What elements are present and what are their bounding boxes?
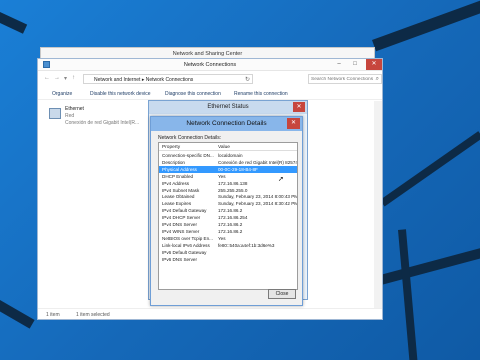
table-row[interactable]: IPv6 Default Gateway <box>159 249 297 256</box>
property-cell: IPv4 Subnet Mask <box>162 187 200 193</box>
property-cell: IPv4 DHCP Server <box>162 215 201 221</box>
table-row[interactable]: IPv4 Default Gateway 172.16.86.2 <box>159 207 297 214</box>
value-cell: 172.16.86.2 <box>218 228 243 234</box>
table-row[interactable]: Connection-specific DN... localdomain <box>159 152 297 159</box>
column-header-value[interactable]: Value <box>218 145 230 150</box>
property-cell: IPv6 Default Gateway <box>162 249 207 255</box>
dialog-titlebar[interactable]: Network Connection Details ✕ <box>151 117 302 131</box>
breadcrumb: Network and Internet ▸ Network Connectio… <box>94 77 193 83</box>
connection-adapter: Conexión de red Gigabit Intel(R... <box>65 120 140 126</box>
value-cell: Yes <box>218 173 226 179</box>
disable-device-button[interactable]: Disable this network device <box>90 91 151 97</box>
wallpaper-stripe <box>0 12 28 34</box>
close-button[interactable]: Close <box>268 289 296 299</box>
search-input[interactable] <box>311 76 373 83</box>
address-bar[interactable]: Network and Internet ▸ Network Connectio… <box>83 74 253 84</box>
value-cell: localdomain <box>218 153 243 158</box>
diagnose-button[interactable]: Diagnose this connection <box>165 91 221 97</box>
ethernet-connection-item[interactable]: Ethernet Red Conexión de red Gigabit Int… <box>49 105 159 135</box>
property-cell: IPv4 WINS Server <box>162 228 200 234</box>
value-cell: Sunday, February 23, 2014 8:30:42 PM <box>218 201 298 207</box>
network-adapter-icon <box>49 108 61 119</box>
network-connection-details-dialog[interactable]: Network Connection Details ✕ Network Con… <box>150 116 303 306</box>
selected-count: 1 item selected <box>76 312 110 318</box>
table-row[interactable]: NetBIOS over Tcpip En... Yes <box>159 235 297 242</box>
property-cell: Link-local IPv6 Address <box>162 242 210 248</box>
mouse-cursor-icon: ➚ <box>278 176 284 183</box>
breadcrumb-item[interactable]: Network and Internet <box>94 77 140 83</box>
wallpaper-stripe <box>0 300 35 329</box>
forward-arrow-icon[interactable]: → <box>54 75 60 81</box>
table-row[interactable]: Lease Obtained Sunday, February 23, 2014 … <box>159 193 297 200</box>
value-cell: 172.16.86.2 <box>218 208 243 214</box>
wallpaper-stripe <box>380 131 480 207</box>
value-cell: 172.16.86.2 <box>218 222 243 227</box>
table-row[interactable]: DHCP Enabled Yes <box>159 173 297 180</box>
dialog-titlebar[interactable]: Ethernet Status ✕ <box>149 101 307 114</box>
table-row[interactable]: IPv4 DHCP Server 172.16.86.254 <box>159 214 297 221</box>
window-title: Network Connections <box>183 62 237 68</box>
search-icon[interactable]: ⌕ <box>376 76 379 83</box>
wallpaper-stripe <box>380 241 480 285</box>
table-row[interactable]: IPv4 Address 172.16.86.138 <box>159 180 297 187</box>
rename-button[interactable]: Rename this connection <box>234 91 288 97</box>
column-header-property[interactable]: Property <box>162 145 180 150</box>
table-row[interactable]: IPv4 WINS Server 172.16.86.2 <box>159 228 297 235</box>
refresh-icon[interactable]: ↻ <box>245 76 250 83</box>
address-row: ← → ▾ ↑ Network and Internet ▸ Network C… <box>38 72 382 86</box>
list-header: Property Value <box>159 143 297 151</box>
minimize-icon[interactable]: – <box>334 61 344 67</box>
property-cell: IPv4 Default Gateway <box>162 208 207 214</box>
status-bar: 1 item 1 item selected <box>38 308 382 319</box>
property-cell: Description <box>162 159 185 165</box>
recent-dropdown-icon[interactable]: ▾ <box>64 75 67 82</box>
property-cell: Connection-specific DN... <box>162 153 214 158</box>
wallpaper-stripe <box>398 229 419 360</box>
table-row[interactable]: Physical Address 00-0C-29-18-B4-8F <box>159 165 297 173</box>
details-list[interactable]: Property Value Connection-specific DN...… <box>158 142 298 290</box>
breadcrumb-item[interactable]: Network Connections <box>146 77 194 83</box>
table-row[interactable]: IPv4 DNS Server 172.16.86.2 <box>159 221 297 228</box>
vertical-scrollbar[interactable] <box>374 101 382 308</box>
close-icon[interactable]: ✕ <box>293 102 305 112</box>
close-icon[interactable]: ✕ <box>366 59 382 70</box>
organize-button[interactable]: Organize <box>52 91 72 97</box>
value-cell: 00-0C-29-18-B4-8F <box>218 166 258 172</box>
connection-name: Ethernet <box>65 106 84 112</box>
table-row[interactable]: Link-local IPv6 Address fe80::540a:a4ef:1… <box>159 242 297 249</box>
value-cell: 172.16.86.138 <box>218 180 248 186</box>
item-count: 1 item <box>46 312 60 318</box>
table-row[interactable]: Description Conexión de red Gigabit Intel… <box>159 159 297 166</box>
value-cell: Yes <box>218 235 226 241</box>
connection-network: Red <box>65 113 75 119</box>
property-cell: Lease Obtained <box>162 194 195 200</box>
property-cell: IPv6 DNS Server <box>162 256 197 262</box>
property-cell: Lease Expires <box>162 201 192 207</box>
property-cell: IPv4 DNS Server <box>162 222 197 227</box>
command-bar: Organize Disable this network device Dia… <box>38 88 382 100</box>
search-box[interactable]: ⌕ <box>308 74 382 84</box>
value-cell: 255.255.255.0 <box>218 187 248 193</box>
window-titlebar[interactable]: Network Connections – □ ✕ <box>38 59 382 71</box>
value-cell: Conexión de red Gigabit Intel(R) 82574L <box>218 159 298 165</box>
window-title: Network and Sharing Center <box>172 51 243 57</box>
close-icon[interactable]: ✕ <box>287 118 300 129</box>
maximize-icon[interactable]: □ <box>350 61 360 67</box>
value-cell: Sunday, February 23, 2014 8:00:43 PM <box>218 194 298 200</box>
table-row[interactable]: IPv4 Subnet Mask 255.255.255.0 <box>159 187 297 194</box>
dialog-title: Network Connection Details <box>186 120 267 127</box>
property-cell: IPv4 Address <box>162 180 190 186</box>
dialog-title: Ethernet Status <box>207 104 249 110</box>
back-arrow-icon[interactable]: ← <box>44 75 50 81</box>
up-arrow-icon[interactable]: ↑ <box>72 75 75 81</box>
details-label: Network Connection Details: <box>158 135 222 141</box>
table-row[interactable]: IPv6 DNS Server <box>159 256 297 263</box>
property-cell: DHCP Enabled <box>162 173 194 179</box>
table-row[interactable]: Lease Expires Sunday, February 23, 2014 8… <box>159 200 297 207</box>
wallpaper-stripe <box>372 0 480 52</box>
property-cell: Physical Address <box>162 166 197 172</box>
value-cell: fe80::540a:a4ef:1b:3d6e%3 <box>218 242 275 248</box>
value-cell: 172.16.86.254 <box>218 215 248 221</box>
property-cell: NetBIOS over Tcpip En... <box>162 235 213 241</box>
